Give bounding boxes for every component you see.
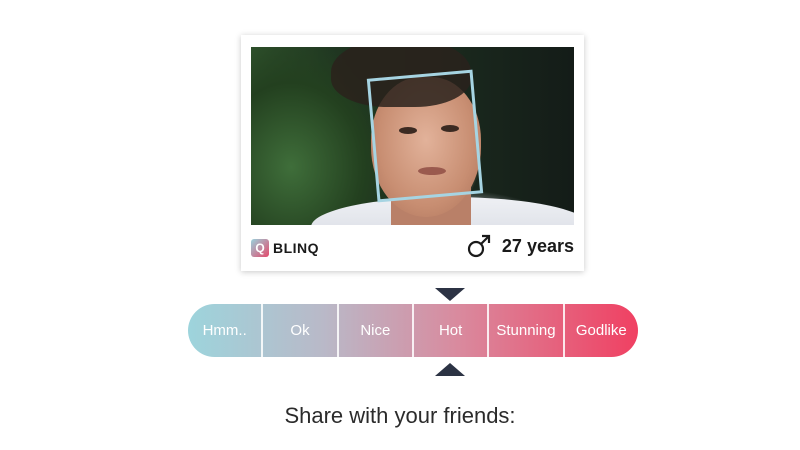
profile-photo (251, 47, 574, 225)
card-footer: Q BLINQ 27 years (251, 233, 574, 263)
share-heading: Share with your friends: (284, 403, 516, 428)
rating-option-hot[interactable]: Hot (414, 304, 490, 357)
rating-option-label: Ok (290, 322, 310, 339)
brand-logo[interactable]: Q BLINQ (251, 239, 319, 257)
rating-option-label: Nice (360, 322, 391, 339)
rating-marker-bottom-icon (435, 363, 465, 376)
rating-bar: Hmm.. Ok Nice Hot Stunning Godlike (188, 304, 638, 357)
rating-marker-top-icon (435, 288, 465, 301)
photo-card: Q BLINQ 27 years (241, 35, 584, 271)
rating-option-godlike[interactable]: Godlike (565, 304, 638, 357)
rating-option-label: Stunning (496, 322, 556, 339)
face-detection-box (366, 69, 484, 203)
age-text: 27 years (501, 235, 574, 256)
male-symbol-icon (467, 234, 491, 258)
rating-option-label: Godlike (575, 322, 627, 339)
age-estimate: 27 years (466, 233, 574, 259)
brand-logo-icon: Q (251, 239, 269, 257)
rating-option-nice[interactable]: Nice (339, 304, 414, 357)
rating-option-hmm[interactable]: Hmm.. (188, 304, 264, 357)
brand-name: BLINQ (273, 240, 320, 256)
page: Q BLINQ 27 years Hmm.. Ok Nice Hot Stunn… (0, 0, 800, 450)
rating-option-ok[interactable]: Ok (263, 304, 339, 357)
rating-option-stunning[interactable]: Stunning (489, 304, 565, 357)
rating-option-label: Hot (438, 322, 463, 339)
rating-option-label: Hmm.. (202, 322, 247, 339)
